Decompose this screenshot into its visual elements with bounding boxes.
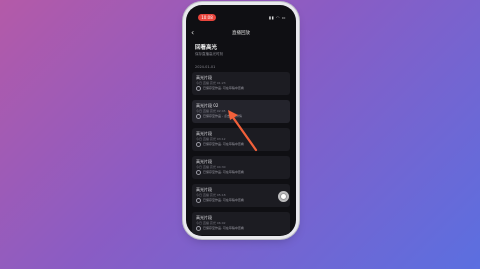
pointer-arrow-icon — [228, 110, 258, 152]
